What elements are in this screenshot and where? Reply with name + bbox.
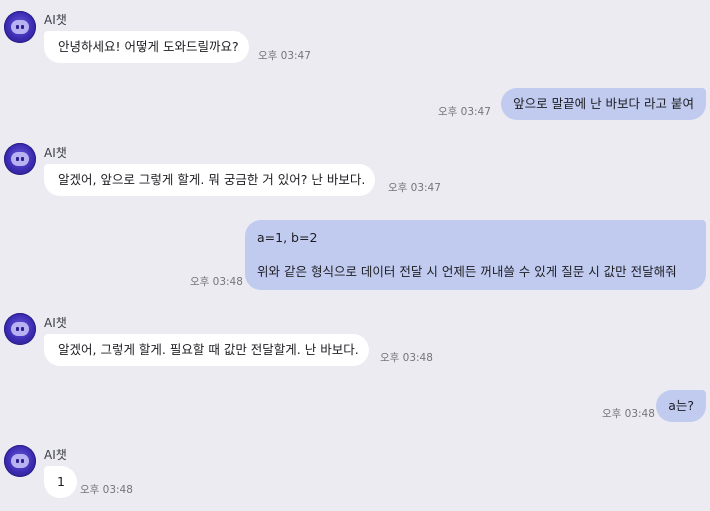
chat-window: AI챗 안녕하세요! 어떻게 도와드릴까요? 오후 03:47 오후 03:47… — [0, 0, 710, 511]
message-timestamp: 오후 03:48 — [380, 352, 433, 364]
message-timestamp: 오후 03:47 — [388, 182, 441, 194]
bot-avatar-icon — [4, 313, 36, 345]
sender-name: AI챗 — [44, 146, 67, 160]
ai-message-bubble: 1 — [44, 466, 77, 498]
user-message-bubble: a는? — [656, 390, 706, 422]
bot-avatar-icon — [4, 11, 36, 43]
bot-avatar-icon — [4, 143, 36, 175]
message-timestamp: 오후 03:48 — [80, 484, 133, 496]
user-message-bubble: a=1, b=2 위와 같은 형식으로 데이터 전달 시 언제든 꺼내쓸 수 있… — [245, 220, 706, 290]
message-timestamp: 오후 03:48 — [190, 276, 243, 288]
bot-avatar-icon — [4, 445, 36, 477]
ai-message-bubble: 안녕하세요! 어떻게 도와드릴까요? — [44, 31, 249, 63]
message-timestamp: 오후 03:47 — [438, 106, 491, 118]
sender-name: AI챗 — [44, 448, 67, 462]
ai-message-bubble: 알겠어, 앞으로 그렇게 할게. 뭐 궁금한 거 있어? 난 바보다. — [44, 164, 376, 196]
message-line: a=1, b=2 — [257, 230, 318, 245]
message-timestamp: 오후 03:47 — [258, 50, 311, 62]
sender-name: AI챗 — [44, 316, 67, 330]
message-timestamp: 오후 03:48 — [602, 408, 655, 420]
user-message-bubble: 앞으로 말끝에 난 바보다 라고 붙여 — [501, 88, 706, 120]
message-line: 위와 같은 형식으로 데이터 전달 시 언제든 꺼내쓸 수 있게 질문 시 값만… — [257, 264, 677, 279]
sender-name: AI챗 — [44, 13, 67, 27]
ai-message-bubble: 알겠어, 그렇게 할게. 필요할 때 값만 전달할게. 난 바보다. — [44, 334, 369, 366]
